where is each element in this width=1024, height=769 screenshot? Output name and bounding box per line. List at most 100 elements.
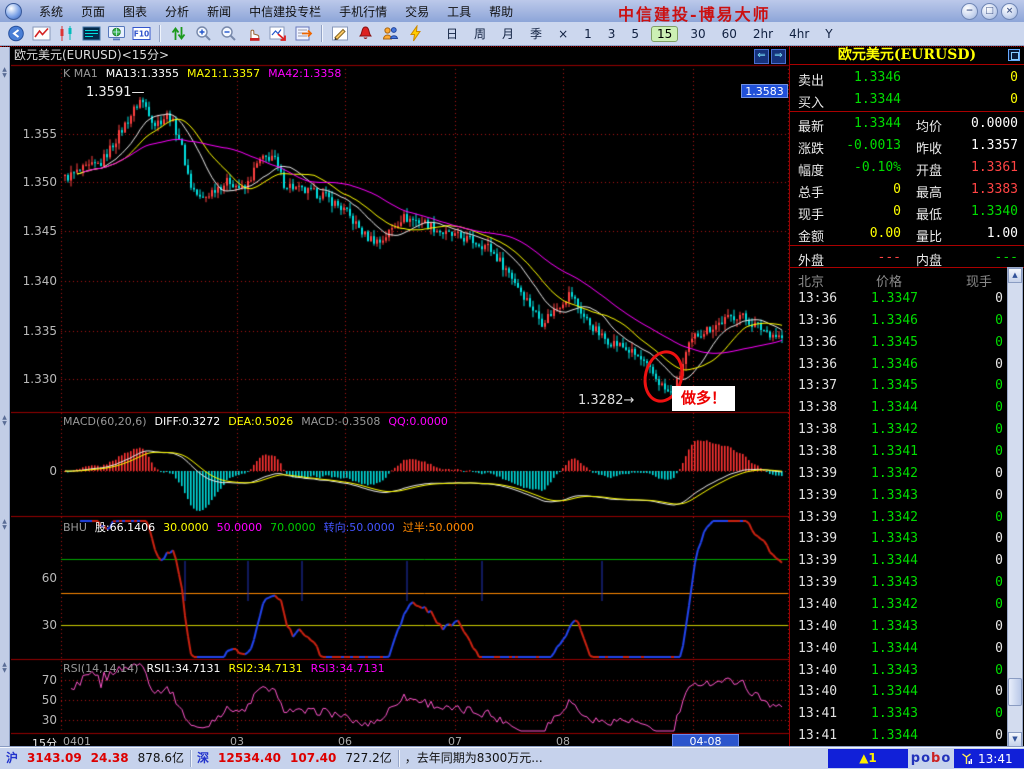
legend-item: 70.0000 (270, 521, 316, 534)
flash-icon[interactable] (404, 25, 427, 43)
legend-item: MA13:1.3355 (106, 67, 179, 80)
page-right-button[interactable]: ⇒ (771, 49, 786, 64)
period-60[interactable]: 60 (722, 27, 737, 41)
tick-volume: 0 (943, 422, 1003, 437)
info-browser-icon[interactable] (105, 25, 128, 43)
period-selector: 日周月季 × 1 3 5 15 30 60 2hr 4hr Y (438, 25, 841, 42)
tick-table-header: 北京 价格 现手 (790, 267, 1024, 288)
splitter-arrows-icon[interactable]: ▲▼ (0, 662, 9, 674)
draw-icon[interactable] (329, 25, 352, 43)
minimize-button[interactable]: − (961, 3, 978, 20)
menu-item-图表[interactable]: 图表 (123, 5, 147, 19)
tick-row: 13:381.33410 (790, 442, 1006, 464)
field-value: 1.3383 (943, 182, 1018, 197)
field-extra: 0 (943, 92, 1018, 107)
tick-row: 13:391.33440 (790, 551, 1006, 573)
period-季[interactable]: 季 (530, 25, 542, 42)
tick-time: 13:39 (798, 466, 837, 481)
goto-list-icon[interactable] (292, 25, 315, 43)
period-日[interactable]: 日 (446, 25, 458, 42)
tick-volume: 0 (943, 531, 1003, 546)
period-30[interactable]: 30 (690, 27, 705, 41)
rsi-legend: RSI(14,14,14)RSI1:34.7131RSI2:34.7131RSI… (63, 662, 393, 675)
chart-line-icon[interactable] (30, 25, 53, 43)
tick-price: 1.3345 (838, 335, 918, 350)
scroll-up-arrow[interactable]: ▲ (1008, 268, 1022, 283)
pane-splitter-gutter[interactable]: ▲▼ ▲▼ ▲▼ ▲▼ (0, 47, 10, 748)
period-周[interactable]: 周 (474, 25, 486, 42)
brand-letter: p (911, 751, 921, 766)
panel-window-icon[interactable] (1008, 49, 1020, 61)
window-controls: −□× (961, 3, 1018, 20)
quote-list-icon[interactable] (80, 25, 103, 43)
period-Y[interactable]: Y (825, 27, 832, 41)
menu-item-系统[interactable]: 系统 (39, 5, 63, 19)
col-exchange: 北京 (798, 271, 824, 290)
legend-item: BHU (63, 521, 87, 534)
zoom-out-icon[interactable] (217, 25, 240, 43)
tick-table-scrollbar[interactable]: ▲ ▼ (1007, 267, 1023, 748)
legend-item: 股:66.1406 (95, 521, 155, 534)
period-3[interactable]: 3 (608, 27, 616, 41)
menu-item-新闻[interactable]: 新闻 (207, 5, 231, 19)
maximize-button[interactable]: □ (981, 3, 998, 20)
refresh-icon[interactable] (167, 25, 190, 43)
menu-item-手机行情[interactable]: 手机行情 (339, 5, 387, 19)
menu-item-交易[interactable]: 交易 (405, 5, 429, 19)
back-icon[interactable] (5, 25, 28, 43)
sz-index: 12534.40 (218, 750, 281, 767)
scroll-down-arrow[interactable]: ▼ (1008, 732, 1022, 747)
tick-time: 13:36 (798, 291, 837, 306)
users-icon[interactable] (379, 25, 402, 43)
tick-row: 13:381.33420 (790, 420, 1006, 442)
tick-volume: 0 (943, 335, 1003, 350)
menu-item-页面[interactable]: 页面 (81, 5, 105, 19)
tick-time: 13:39 (798, 531, 837, 546)
tick-volume: 0 (943, 488, 1003, 503)
tick-volume: 0 (943, 357, 1003, 372)
splitter-arrows-icon[interactable]: ▲▼ (0, 67, 9, 79)
tick-volume: 0 (943, 444, 1003, 459)
period-2hr[interactable]: 2hr (753, 27, 773, 41)
f10-icon[interactable]: F10 (130, 25, 153, 43)
period-月[interactable]: 月 (502, 25, 514, 42)
sz-change: 107.40 (290, 750, 336, 767)
alert-badge[interactable]: ▲1 (828, 749, 908, 768)
splitter-arrows-icon[interactable]: ▲▼ (0, 519, 9, 531)
menu-item-分析[interactable]: 分析 (165, 5, 189, 19)
bhu-legend: BHU股:66.140630.000050.000070.0000转向:50.0… (63, 519, 482, 535)
alarm-icon[interactable] (354, 25, 377, 43)
period-5[interactable]: 5 (631, 27, 639, 41)
tick-price: 1.3342 (838, 597, 918, 612)
chart-region[interactable]: 欧元美元(EURUSD)<15分> ⇐⇒ K MA1MA13:1.3355MA2… (11, 47, 789, 748)
scroll-thumb[interactable] (1008, 678, 1022, 706)
tick-time: 13:40 (798, 597, 837, 612)
period-1[interactable]: 1 (584, 27, 592, 41)
period-4hr[interactable]: 4hr (789, 27, 809, 41)
page-left-button[interactable]: ⇐ (754, 49, 769, 64)
hand-icon[interactable] (242, 25, 265, 43)
period-15[interactable]: 15 (651, 26, 678, 42)
period-×[interactable]: × (558, 27, 568, 41)
tick-price: 1.3343 (838, 575, 918, 590)
menu-item-工具[interactable]: 工具 (447, 5, 471, 19)
sz-label: 深 (197, 750, 209, 767)
close-button[interactable]: × (1001, 3, 1018, 20)
tick-row: 13:401.33430 (790, 617, 1006, 639)
legend-item: RSI1:34.7131 (146, 662, 220, 675)
legend-item: 转向:50.0000 (324, 521, 395, 534)
tick-time: 13:38 (798, 400, 837, 415)
export-chart-icon[interactable] (267, 25, 290, 43)
tick-price: 1.3343 (838, 488, 918, 503)
high-price-label: 1.3591— (86, 85, 145, 100)
splitter-arrows-icon[interactable]: ▲▼ (0, 415, 9, 427)
zoom-in-icon[interactable] (192, 25, 215, 43)
legend-item: QQ:0.0000 (388, 415, 448, 428)
tick-row: 13:361.33450 (790, 333, 1006, 355)
field-label: 开盘 (916, 160, 942, 179)
quote-field-row: 现手0最低1.3340 (790, 201, 1024, 223)
menu-item-帮助[interactable]: 帮助 (489, 5, 513, 19)
tick-volume: 0 (943, 400, 1003, 415)
menu-item-中信建投专栏[interactable]: 中信建投专栏 (249, 5, 321, 19)
kline-icon[interactable] (55, 25, 78, 43)
